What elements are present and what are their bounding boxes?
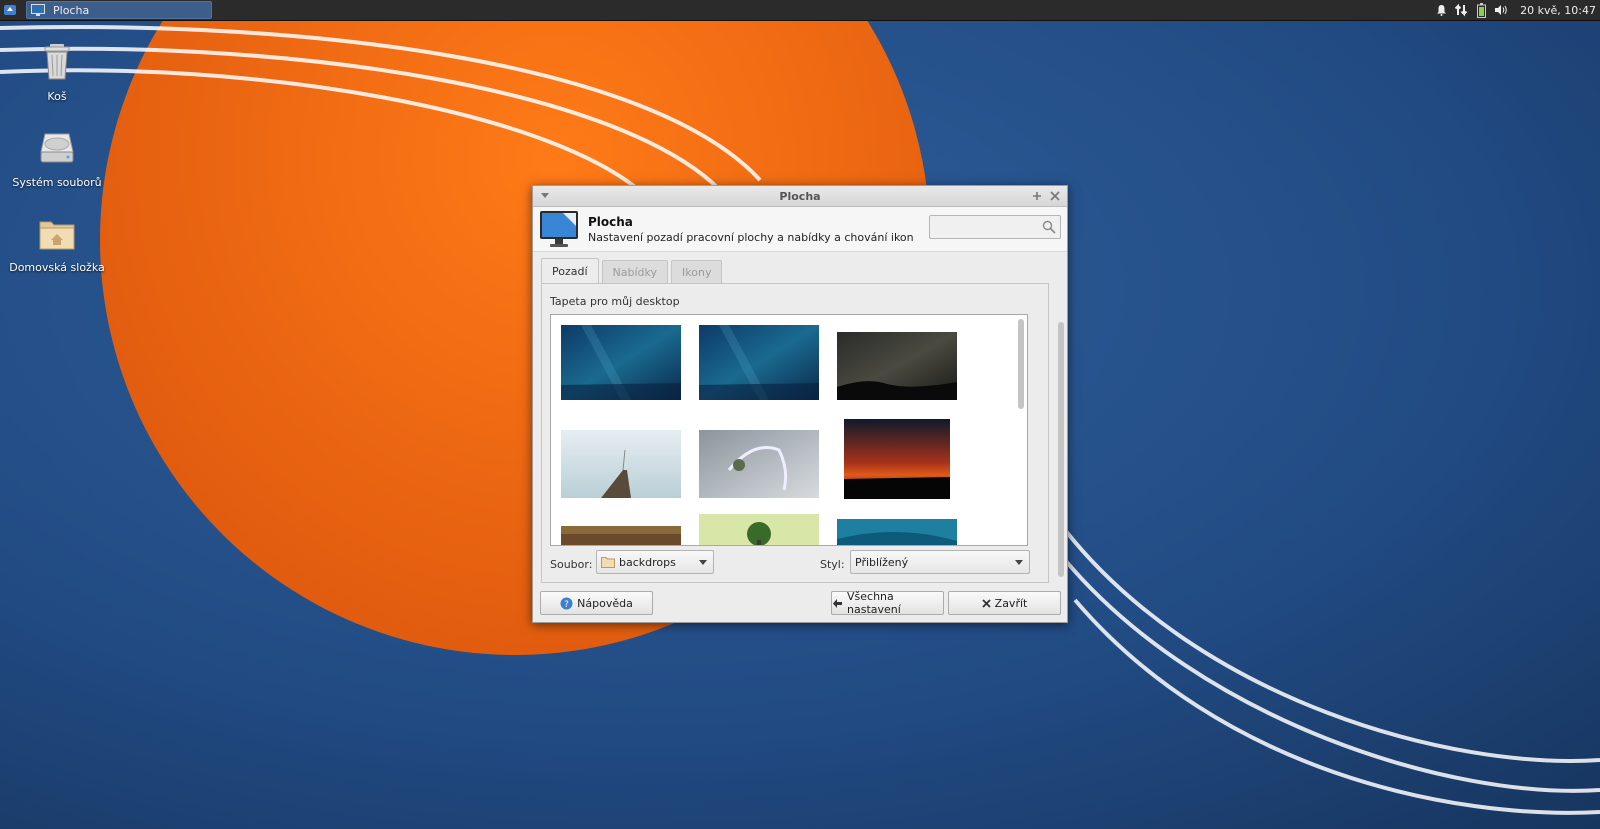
folder-value: backdrops xyxy=(619,555,676,569)
dialog-header-subtitle: Nastavení pozadí pracovní plochy a nabíd… xyxy=(588,231,914,244)
monitor-icon xyxy=(31,4,45,16)
window-titlebar[interactable]: Plocha xyxy=(533,186,1067,207)
wallpaper-grid[interactable] xyxy=(550,314,1028,546)
tab-bar: Pozadí Nabídky Ikony xyxy=(541,258,723,283)
wallpaper-thumbnail[interactable] xyxy=(699,430,819,498)
desktop-icon-trash[interactable]: Koš xyxy=(9,42,105,104)
desktop-icon-filesystem[interactable]: Systém souborů xyxy=(9,128,105,190)
wallpaper-section-label: Tapeta pro můj desktop xyxy=(550,295,680,308)
tab-label: Nabídky xyxy=(612,265,658,279)
system-tray: 20 kvě, 10:47 xyxy=(1434,2,1600,18)
top-panel: Plocha 20 kvě, 10:47 xyxy=(0,0,1600,21)
wallpaper-thumbnail[interactable] xyxy=(699,325,819,400)
help-button[interactable]: ? Nápověda xyxy=(540,591,653,615)
scrollbar-thumb[interactable] xyxy=(1058,322,1064,577)
wallpaper-thumbnail[interactable] xyxy=(837,519,957,546)
dialog-button-bar: ? Nápověda Všechna nastavení Zavřít xyxy=(533,590,1067,617)
help-icon: ? xyxy=(560,597,573,610)
wallpaper-thumbnail[interactable] xyxy=(837,332,957,400)
desktop-icon-label: Domovská složka xyxy=(9,261,105,274)
help-button-label: Nápověda xyxy=(577,596,633,610)
wallpaper-grid-scrollbar[interactable] xyxy=(1017,317,1025,543)
wallpaper-thumbnail[interactable] xyxy=(561,325,681,400)
window-title: Plocha xyxy=(779,189,821,203)
dialog-header-title: Plocha xyxy=(588,215,633,229)
all-settings-button-label: Všechna nastavení xyxy=(847,590,901,616)
desktop-icon-label: Koš xyxy=(47,90,67,103)
maximize-button[interactable] xyxy=(1029,188,1045,204)
wallpaper-thumbnail[interactable] xyxy=(844,419,950,499)
desktop-icon-home-folder[interactable]: Domovská složka xyxy=(9,213,105,275)
svg-text:?: ? xyxy=(564,600,569,610)
dropdown-arrow-icon xyxy=(699,560,707,565)
desktop-settings-dialog: Plocha Plocha Nastavení pozadí pracovní … xyxy=(532,185,1068,623)
search-field[interactable] xyxy=(929,215,1061,239)
wallpaper-thumbnail[interactable] xyxy=(561,526,681,546)
clock[interactable]: 20 kvě, 10:47 xyxy=(1520,4,1596,17)
style-combobox[interactable]: Přiblížený xyxy=(850,550,1030,574)
dialog-content: Pozadí Nabídky Ikony Tapeta pro můj desk… xyxy=(533,252,1067,583)
close-window-button[interactable] xyxy=(1047,188,1063,204)
hard-drive-icon xyxy=(40,133,74,163)
dialog-header: Plocha Nastavení pozadí pracovní plochy … xyxy=(533,207,1067,252)
close-button[interactable]: Zavřít xyxy=(948,591,1061,615)
xfce-mouse-icon xyxy=(4,5,16,15)
bell-icon[interactable] xyxy=(1434,2,1448,18)
monitor-icon xyxy=(540,211,578,247)
tab-menus[interactable]: Nabídky xyxy=(601,260,669,283)
trash-icon xyxy=(44,44,70,80)
background-tab-panel: Tapeta pro můj desktop Soubor: backdrops… xyxy=(541,283,1049,583)
volume-icon[interactable] xyxy=(1494,2,1508,18)
search-icon xyxy=(1042,220,1056,234)
tab-label: Ikony xyxy=(682,265,712,279)
close-icon xyxy=(1050,191,1060,201)
scrollbar-thumb[interactable] xyxy=(1018,319,1024,409)
taskbar-item-plocha[interactable]: Plocha xyxy=(26,1,212,19)
window-menu-button[interactable] xyxy=(537,188,553,204)
network-icon[interactable] xyxy=(1454,2,1468,18)
plus-icon xyxy=(1033,192,1041,200)
wallpaper-thumbnail[interactable] xyxy=(561,430,681,498)
style-value: Přiblížený xyxy=(855,555,909,569)
all-settings-button[interactable]: Všechna nastavení xyxy=(831,590,944,616)
folder-icon xyxy=(601,557,615,568)
tab-label: Pozadí xyxy=(552,264,588,278)
chevron-down-icon xyxy=(541,193,549,198)
battery-icon[interactable] xyxy=(1474,2,1488,18)
desktop-icon-label: Systém souborů xyxy=(12,176,102,189)
close-icon xyxy=(982,598,991,608)
dropdown-arrow-icon xyxy=(1015,560,1023,565)
applications-menu-button[interactable] xyxy=(0,0,20,20)
folder-combobox[interactable]: backdrops xyxy=(596,550,714,574)
taskbar-item-label: Plocha xyxy=(53,3,90,17)
arrow-left-icon xyxy=(832,598,843,609)
folder-label: Soubor: xyxy=(550,558,593,571)
wallpaper-thumbnail[interactable] xyxy=(699,514,819,546)
dialog-scrollbar[interactable] xyxy=(1057,320,1065,578)
tab-background[interactable]: Pozadí xyxy=(541,258,599,283)
style-label: Styl: xyxy=(820,558,845,571)
tab-icons[interactable]: Ikony xyxy=(671,260,723,283)
home-folder-icon xyxy=(39,221,75,250)
close-button-label: Zavřít xyxy=(994,596,1028,610)
